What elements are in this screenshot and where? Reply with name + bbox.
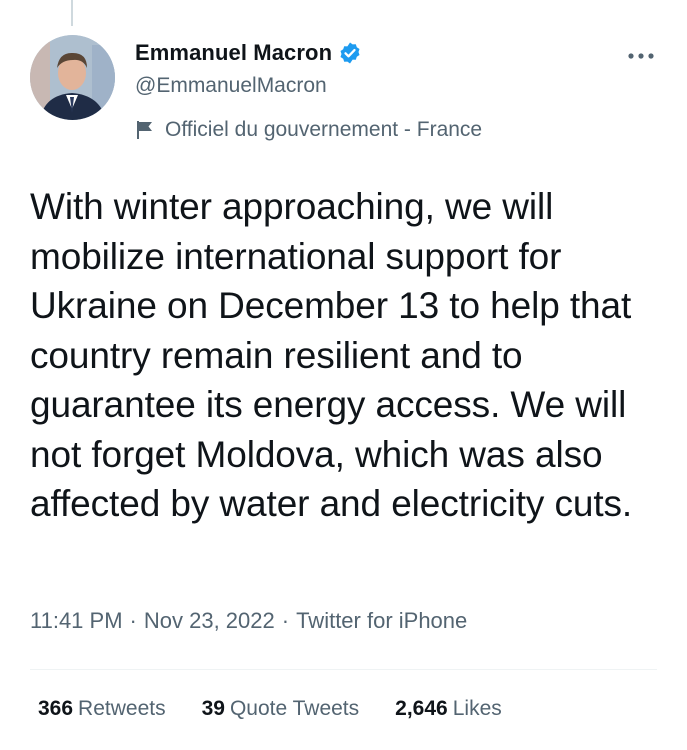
tweet-meta: 11:41 PM · Nov 23, 2022 · Twitter for iPhone	[30, 604, 467, 638]
meta-separator: ·	[129, 608, 137, 633]
name-row: Emmanuel Macron	[135, 38, 607, 68]
government-flag-icon	[135, 119, 155, 141]
author-display-name[interactable]: Emmanuel Macron	[135, 40, 332, 66]
thread-connector-line	[71, 0, 73, 26]
account-label: Officiel du gouvernement - France	[135, 115, 482, 145]
engagement-stats: 366 Retweets 39 Quote Tweets 2,646 Likes	[38, 697, 538, 721]
quote-tweets-stat[interactable]: 39 Quote Tweets	[202, 697, 360, 721]
tweet-source-link[interactable]: Twitter for iPhone	[296, 608, 467, 633]
divider	[30, 669, 657, 670]
meta-separator: ·	[281, 608, 290, 633]
quote-tweets-label: Quote Tweets	[229, 697, 360, 720]
tweet-body: With winter approaching, we will mobiliz…	[30, 186, 633, 524]
tweet-date[interactable]: Nov 23, 2022	[144, 608, 275, 633]
tweet-time[interactable]: 11:41 PM	[30, 608, 123, 633]
verified-badge-icon	[338, 41, 362, 65]
likes-stat[interactable]: 2,646 Likes	[395, 697, 502, 721]
author-handle[interactable]: @EmmanuelMacron	[135, 72, 607, 100]
more-options-button[interactable]	[625, 46, 657, 66]
likes-label: Likes	[452, 697, 502, 720]
more-dots-icon	[628, 53, 654, 59]
likes-count: 2,646	[395, 697, 448, 720]
account-label-text: Officiel du gouvernement - France	[165, 118, 483, 141]
retweets-label: Retweets	[78, 697, 166, 720]
quote-tweets-count: 39	[201, 697, 225, 720]
retweets-stat[interactable]: 366 Retweets	[38, 697, 166, 721]
profile-photo	[30, 35, 115, 120]
author-block: Emmanuel Macron @EmmanuelMacron	[135, 38, 607, 100]
avatar[interactable]	[30, 35, 115, 120]
retweets-count: 366	[38, 697, 74, 720]
